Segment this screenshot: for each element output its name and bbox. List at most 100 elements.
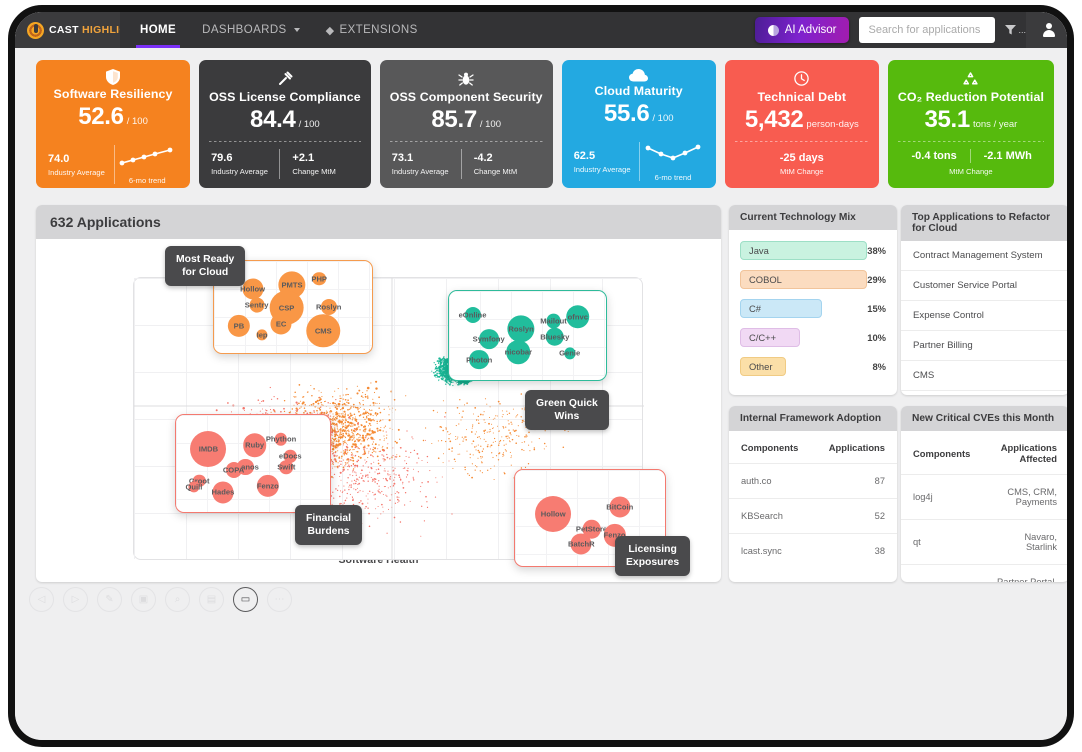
- bubble-photon[interactable]: [469, 349, 490, 370]
- cve-col-applications-affected: Applications Affected: [982, 431, 1067, 475]
- kpi-card-technical-debt[interactable]: Technical Debt 5,432 person-days -25 day…: [724, 60, 879, 188]
- list-item[interactable]: Partner Billing: [901, 331, 1067, 361]
- bubble-bitcoin[interactable]: [609, 496, 631, 518]
- tech-mix-row[interactable]: Java 38%: [740, 239, 886, 262]
- bubble-fenzo[interactable]: [256, 474, 279, 497]
- search-input-wrapper[interactable]: Search for applications: [859, 17, 996, 43]
- callout-licensing-exposures: Licensing Exposures: [615, 536, 691, 576]
- kpi-left-stat: 62.5 Industry Average: [572, 150, 640, 174]
- table-cell-applications: Navaro, Starlink: [982, 519, 1067, 565]
- ai-advisor-icon: [767, 24, 779, 36]
- kpi-left-value: 73.1: [391, 152, 414, 164]
- kpi-right-stat: -4.2 Change MtM: [462, 152, 543, 176]
- bubble-copa[interactable]: [225, 462, 242, 479]
- kpi-right-label: 6-mo trend: [654, 173, 692, 182]
- bubble-phython[interactable]: [274, 433, 288, 446]
- kpi-divider: [734, 141, 869, 142]
- app-logo[interactable]: CAST HIGHLIGHT: [15, 12, 142, 48]
- nav-item-extensions[interactable]: ◆ EXTENSIONS: [326, 12, 418, 48]
- tech-mix-percent: 8%: [872, 361, 886, 372]
- kpi-card-oss-component-security[interactable]: OSS Component Security 85.7 / 100 73.1 I…: [379, 60, 553, 188]
- kpi-footer: 62.5 Industry Average 6-mo trend: [572, 141, 706, 182]
- kpi-card-cloud-maturity[interactable]: Cloud Maturity 55.6 / 100 62.5 Industry …: [561, 60, 716, 188]
- kpi-footer: 74.0 Industry Average 6-mo trend: [46, 144, 180, 185]
- bubble-imdb[interactable]: [190, 430, 227, 467]
- kpi-unit: / 100: [126, 116, 148, 127]
- table-row[interactable]: auth.co 87: [729, 463, 897, 499]
- kpi-left-label: Industry Average: [391, 167, 449, 176]
- tech-mix-row[interactable]: C# 15%: [740, 297, 886, 320]
- table-row[interactable]: log4j CMS, CRM, Payments: [901, 474, 1067, 520]
- user-avatar-button[interactable]: [1030, 12, 1067, 48]
- bubble-sentry[interactable]: [249, 297, 265, 313]
- bubble-bluesky[interactable]: [545, 327, 565, 347]
- table-row[interactable]: elasticsearch Partner Portal, LMS: [901, 565, 1067, 582]
- bubble-mailout[interactable]: [546, 313, 561, 329]
- bubble-ofnvc[interactable]: [566, 305, 590, 329]
- bubble-hades[interactable]: [212, 481, 234, 503]
- table-row[interactable]: KBSearch 52: [729, 498, 897, 534]
- kpi-value-group: 52.6 / 100: [78, 103, 148, 131]
- bubble-hollow[interactable]: [242, 278, 264, 300]
- list-item[interactable]: Payments: [901, 391, 1067, 395]
- bubble-hollow[interactable]: [535, 495, 572, 532]
- kpi-divider: [209, 141, 361, 142]
- text-icon[interactable]: ▤: [199, 587, 224, 612]
- bubble-ec[interactable]: [270, 313, 292, 335]
- ai-advisor-button[interactable]: AI Advisor: [754, 17, 850, 43]
- cluster-card-financial-burdens[interactable]: IMDB Ruby Phython eDocs Thanos COPA Swift Groot…: [175, 414, 331, 513]
- page-title: 632 Applications: [36, 205, 721, 239]
- bubble-iep[interactable]: [256, 329, 268, 341]
- kpi-left-label: Industry Average: [48, 167, 105, 177]
- bubble-swift[interactable]: [279, 460, 294, 474]
- bubble-pb[interactable]: [227, 314, 251, 337]
- list-item[interactable]: CMS: [901, 361, 1067, 391]
- record-icon[interactable]: ▭: [233, 587, 258, 612]
- bubble-ruby[interactable]: [242, 433, 267, 458]
- back-icon[interactable]: ◁: [29, 587, 54, 612]
- kpi-card-oss-license-compliance[interactable]: OSS License Compliance 84.4 / 100 79.6 I…: [199, 60, 371, 188]
- tech-mix-bar: COBOL: [740, 270, 868, 289]
- filter-button[interactable]: ...: [1005, 25, 1026, 35]
- tech-mix-bar: C#: [740, 299, 822, 318]
- table-cell-component: qt: [901, 519, 983, 565]
- list-item[interactable]: Expense Control: [901, 301, 1067, 331]
- bubble-roslyn[interactable]: [320, 298, 337, 315]
- tech-mix-row[interactable]: COBOL 29%: [740, 268, 886, 291]
- crop-icon[interactable]: ▣: [131, 587, 156, 612]
- more-icon[interactable]: ⋯: [267, 587, 292, 612]
- kpi-footer: -0.4 tons -2.1 MWh MtM Change: [898, 148, 1044, 180]
- table-row[interactable]: lcast.sync 38: [729, 534, 897, 569]
- callout-green-quick-wins: Green Quick Wins: [525, 390, 609, 430]
- bubble-batchr[interactable]: [570, 533, 592, 555]
- kpi-value-group: 85.7 / 100: [431, 106, 501, 134]
- bubble-nicobar[interactable]: [506, 340, 531, 364]
- bubble-cms[interactable]: [306, 313, 340, 348]
- forward-icon[interactable]: ▷: [63, 587, 88, 612]
- filter-icon: [1005, 25, 1017, 35]
- bubble-eonline[interactable]: [464, 306, 481, 323]
- annotation-toolbar: ◁ ▷ ✎ ▣ ⌕ ▤ ▭ ⋯: [29, 587, 292, 612]
- bubble-php[interactable]: [312, 271, 326, 286]
- nav-item-home[interactable]: HOME: [135, 12, 181, 48]
- kpi-left-stat: -0.4 tons: [898, 150, 971, 162]
- bubble-symfony[interactable]: [478, 328, 499, 349]
- kpi-right-value: -4.2: [473, 152, 493, 164]
- nav-item-dashboards[interactable]: DASHBOARDS: [202, 12, 300, 48]
- bubble-roslyn[interactable]: [507, 314, 535, 343]
- kpi-card-co2-reduction[interactable]: CO₂ Reduction Potential 35.1 tons / year…: [887, 60, 1054, 188]
- pen-icon[interactable]: ✎: [97, 587, 122, 612]
- bubble-genie[interactable]: [564, 347, 576, 359]
- zoom-icon[interactable]: ⌕: [165, 587, 190, 612]
- kpi-left-stat: -25 days MtM Change: [735, 152, 869, 176]
- tech-mix-row[interactable]: C/C++ 10%: [740, 326, 886, 349]
- table-row[interactable]: qt Navaro, Starlink: [901, 519, 1067, 565]
- bubble-quill[interactable]: [188, 481, 200, 493]
- tech-mix-row[interactable]: Other 8%: [740, 355, 886, 378]
- search-input[interactable]: Search for applications: [868, 24, 980, 36]
- applications-chart-panel: 632 Applications Cloud Maturity Software…: [36, 205, 721, 582]
- list-item[interactable]: Contract Management System: [901, 241, 1067, 271]
- list-item[interactable]: Customer Service Portal: [901, 271, 1067, 301]
- kpi-card-software-resiliency[interactable]: Software Resiliency 52.6 / 100 74.0 Indu…: [36, 60, 191, 188]
- cluster-card-green-quick-wins[interactable]: eOnline Roslyn Mailout ofnvc Symfony Bluesky n…: [448, 290, 607, 381]
